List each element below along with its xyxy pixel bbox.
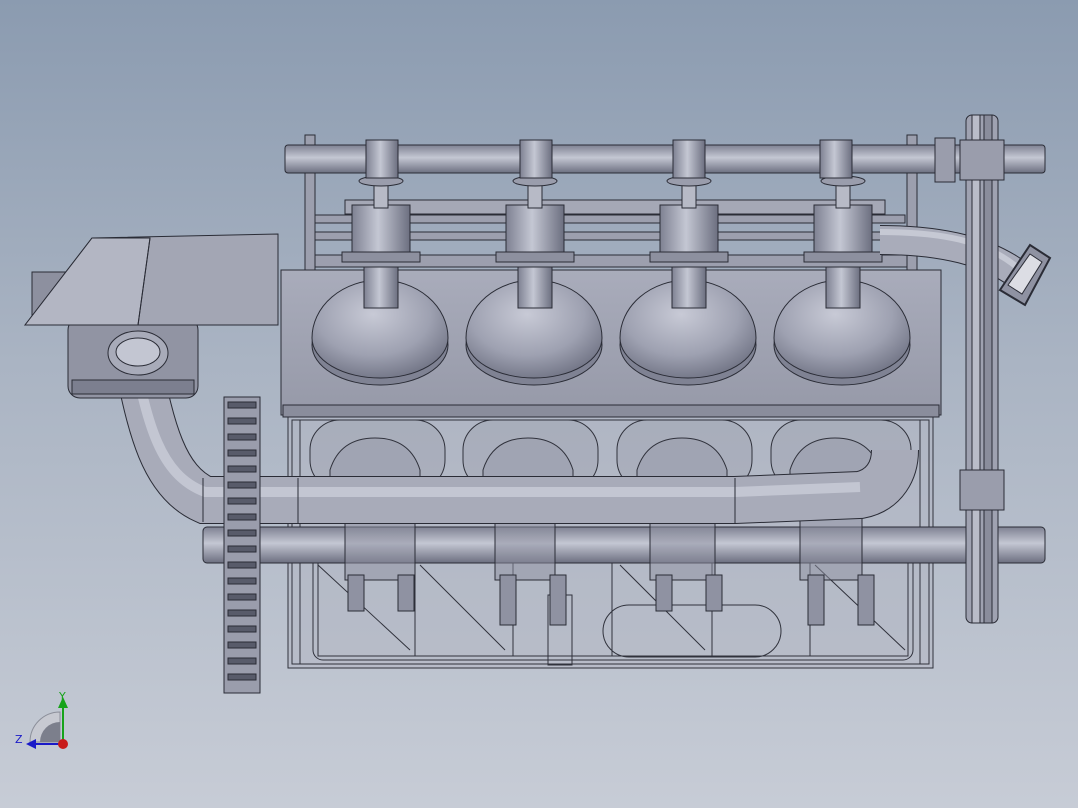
- flywheel: [223, 396, 261, 694]
- engine-model[interactable]: Y Z: [0, 0, 1078, 808]
- triad-z-label: Z: [15, 733, 23, 746]
- air-box: [23, 233, 279, 399]
- triad-x-axis: [58, 739, 68, 749]
- camshaft: [284, 137, 1046, 183]
- intake-elbow: [107, 330, 169, 376]
- triad-y-label: Y: [58, 690, 66, 703]
- pulley-belt: [959, 114, 1005, 624]
- graphics-area[interactable]: Y Z: [0, 0, 1078, 808]
- view-triad: Y Z: [15, 690, 68, 749]
